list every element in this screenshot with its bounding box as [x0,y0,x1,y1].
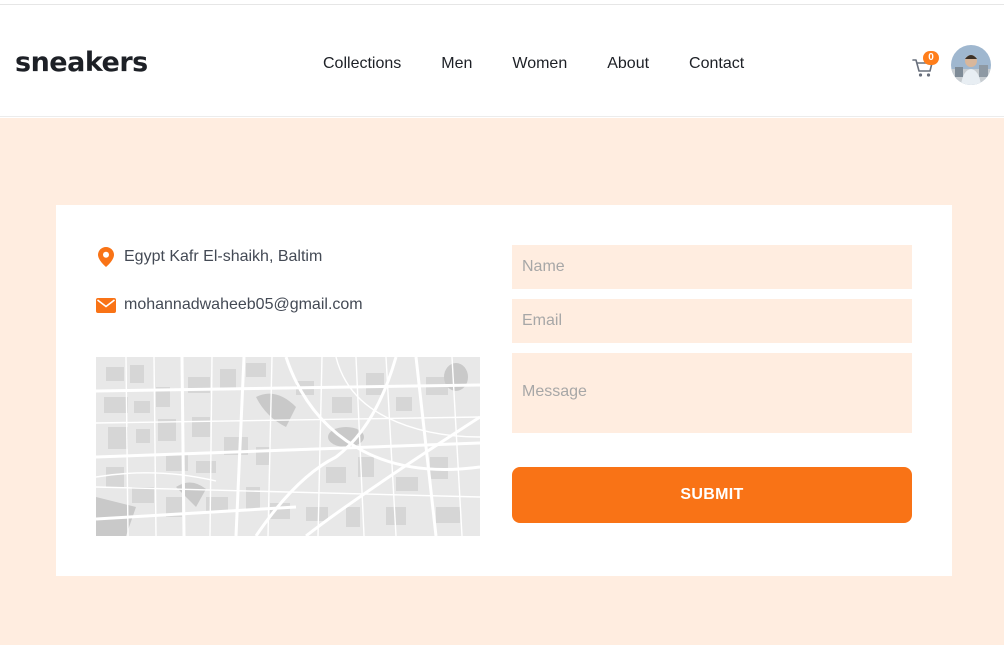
nav-item-collections[interactable]: Collections [323,55,401,73]
contact-card: Egypt Kafr El-shaikh, Baltim mohannadwah… [56,205,952,576]
location-text: Egypt Kafr El-shaikh, Baltim [124,248,323,265]
brand-logo[interactable]: sneakers [15,49,148,76]
nav-item-about[interactable]: About [607,55,649,73]
email-field[interactable] [512,299,912,343]
submit-button[interactable]: SUBMIT [512,467,912,523]
avatar[interactable] [951,45,991,85]
nav-item-men[interactable]: Men [441,55,472,73]
nav-item-contact[interactable]: Contact [689,55,744,73]
location-info: Egypt Kafr El-shaikh, Baltim [96,247,322,267]
email-text[interactable]: mohannadwaheeb05@gmail.com [124,296,363,314]
contact-section: Egypt Kafr El-shaikh, Baltim mohannadwah… [0,118,1004,645]
location-pin-icon [96,247,116,267]
location-map[interactable] [96,357,480,536]
cart-count-badge: 0 [923,51,939,65]
mail-icon [96,295,116,315]
message-field[interactable] [512,353,912,433]
main-nav: Collections Men Women About Contact [323,55,744,73]
email-info: mohannadwaheeb05@gmail.com [96,295,363,315]
nav-item-women[interactable]: Women [512,55,567,73]
name-field[interactable] [512,245,912,289]
site-header: sneakers Collections Men Women About Con… [0,5,1004,117]
